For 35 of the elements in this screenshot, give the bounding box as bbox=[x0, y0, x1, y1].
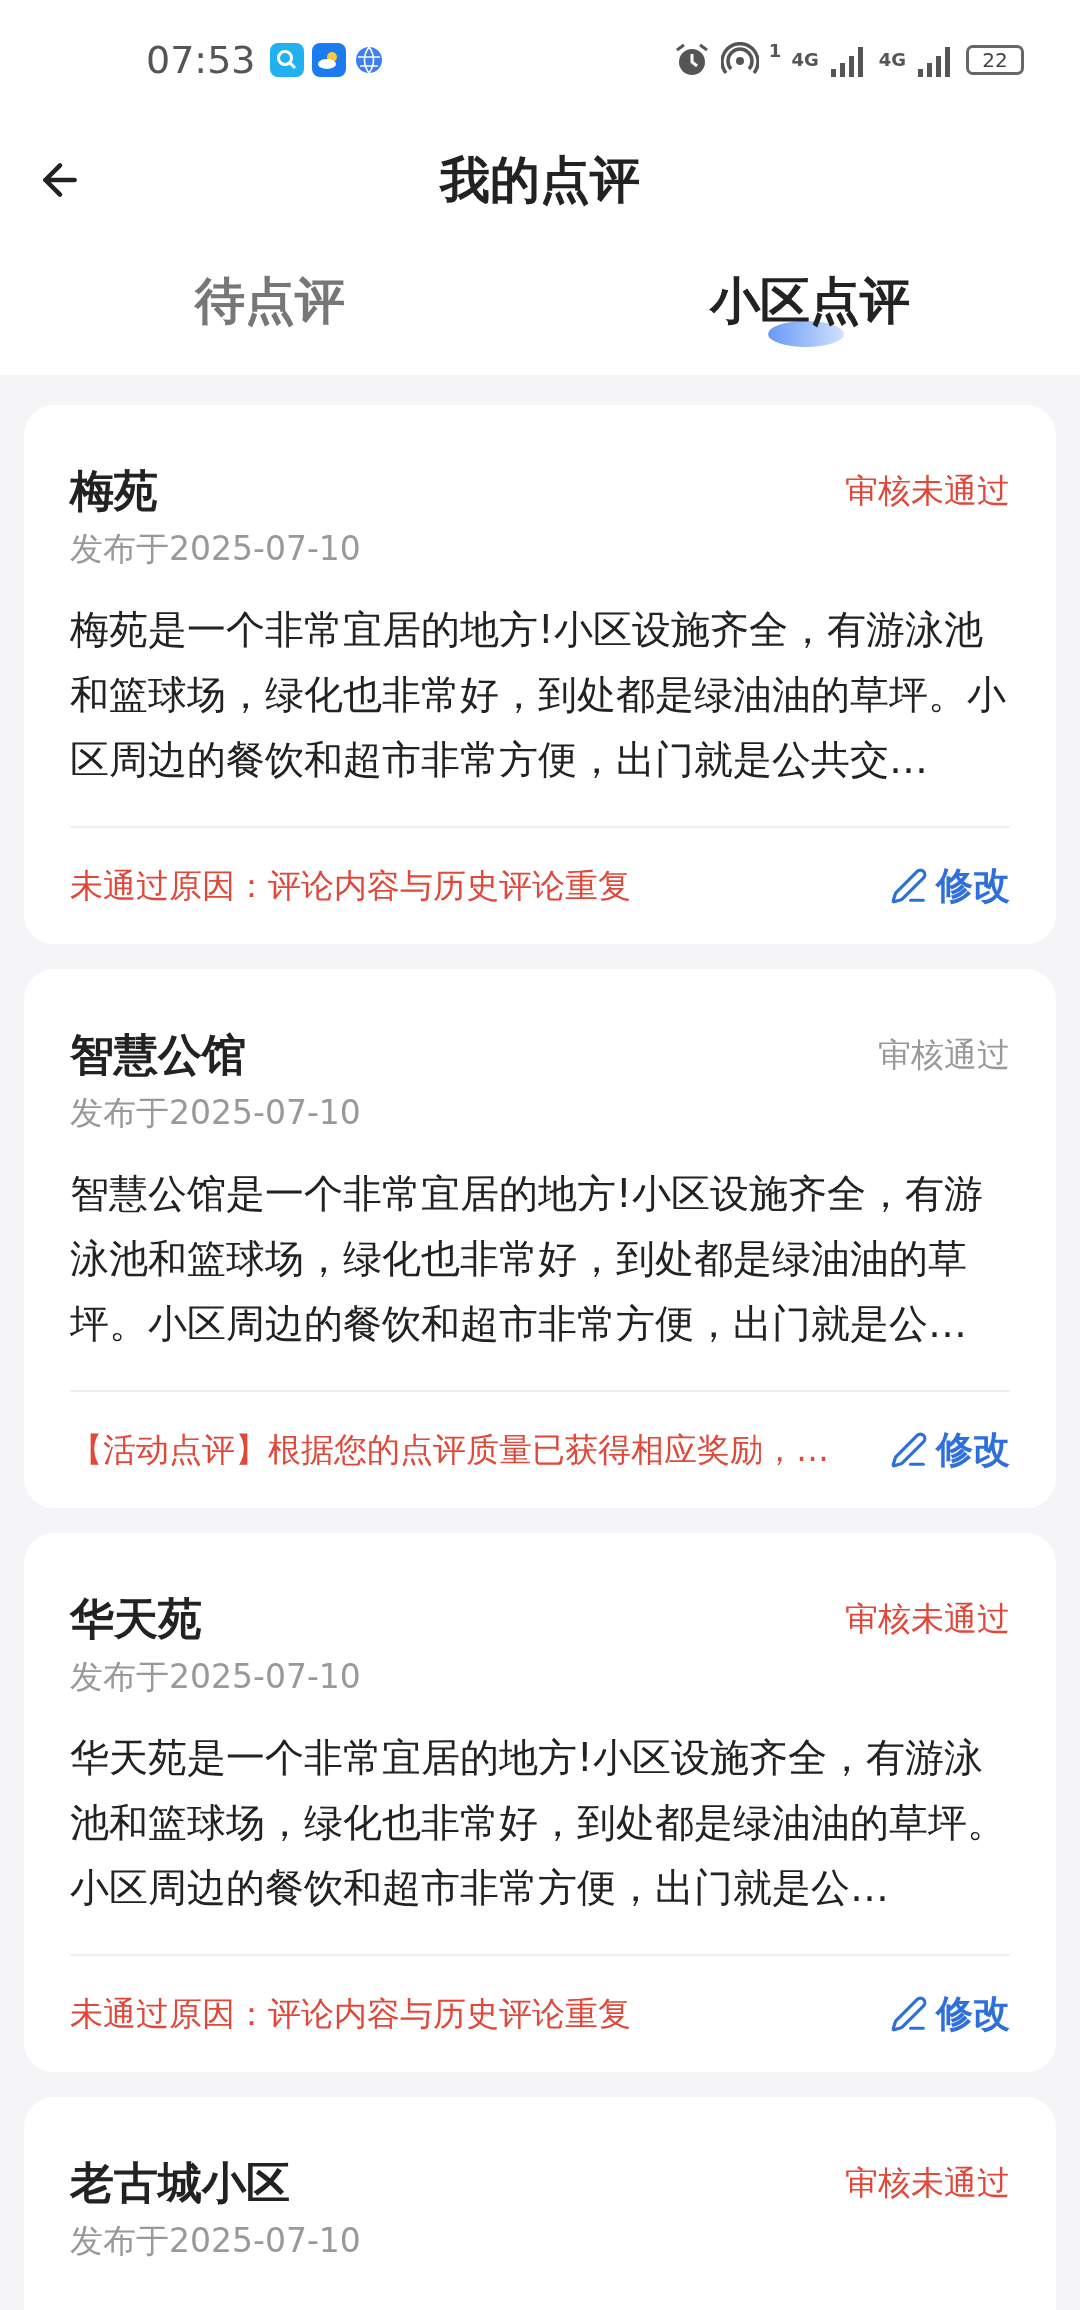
review-text: 智慧公馆是一个非常宜居的地方!小区设施齐全，有游泳池和篮球场，绿化也非常好，到处都是绿油油的草坪。小区周边的餐饮和超市非常方便，出门就是公… bbox=[70, 1170, 984, 1348]
tab[interactable]: 小区点评 bbox=[710, 268, 910, 347]
pencil-icon bbox=[890, 1995, 928, 2033]
network-type: 4G bbox=[878, 51, 906, 69]
review-note: 未通过原因：评论内容与历史评论重复 bbox=[70, 1992, 631, 2035]
review-status: 审核未通过 bbox=[845, 2161, 1010, 2204]
pencil-icon bbox=[890, 867, 928, 905]
review-text: 华天苑是一个非常宜居的地方!小区设施齐全，有游泳池和篮球场，绿化也非常好，到处都是绿油油的草坪。小区周边的餐饮和超市非常方便，出门就是公… bbox=[70, 1734, 1007, 1912]
publish-date: 发布于2025-07-10 bbox=[70, 2220, 362, 2262]
community-name: 老古城小区 bbox=[70, 2156, 290, 2210]
review-note: 【活动点评】根据您的点评质量已获得相应奖励，… bbox=[70, 1428, 829, 1471]
sim-number: 1 bbox=[768, 42, 782, 60]
page-title: 我的点评 bbox=[440, 149, 640, 211]
publish-date: 发布于2025-07-10 bbox=[70, 528, 362, 570]
review-text: 梅苑是一个非常宜居的地方!小区设施齐全，有游泳池和篮球场，绿化也非常好，到处都是绿油油的草坪。小区周边的餐饮和超市非常方便，出门就是公共交… bbox=[70, 606, 1007, 784]
edit-button[interactable]: 修改 bbox=[890, 1989, 1010, 2039]
community-name: 梅苑 bbox=[70, 464, 158, 518]
tab[interactable]: 待点评 bbox=[195, 268, 345, 347]
review-note: 未通过原因：评论内容与历史评论重复 bbox=[70, 864, 631, 907]
review-status: 审核未通过 bbox=[845, 469, 1010, 512]
pencil-icon bbox=[890, 1431, 928, 1469]
publish-date: 发布于2025-07-10 bbox=[70, 1656, 362, 1698]
weather-app-icon bbox=[311, 43, 346, 77]
globe-icon bbox=[353, 45, 384, 75]
publish-date: 发布于2025-07-10 bbox=[70, 1092, 362, 1134]
edit-button[interactable]: 修改 bbox=[890, 1425, 1010, 1475]
search-app-icon bbox=[269, 43, 304, 77]
battery-icon: 22 bbox=[966, 45, 1024, 75]
network-type: 4G bbox=[791, 51, 819, 69]
edit-button[interactable]: 修改 bbox=[890, 861, 1010, 911]
review-status: 审核未通过 bbox=[845, 1597, 1010, 1640]
community-name: 华天苑 bbox=[70, 1592, 202, 1646]
clock-time: 07:53 bbox=[146, 38, 256, 82]
community-name: 智慧公馆 bbox=[70, 1028, 246, 1082]
review-status: 审核通过 bbox=[878, 1033, 1010, 1076]
